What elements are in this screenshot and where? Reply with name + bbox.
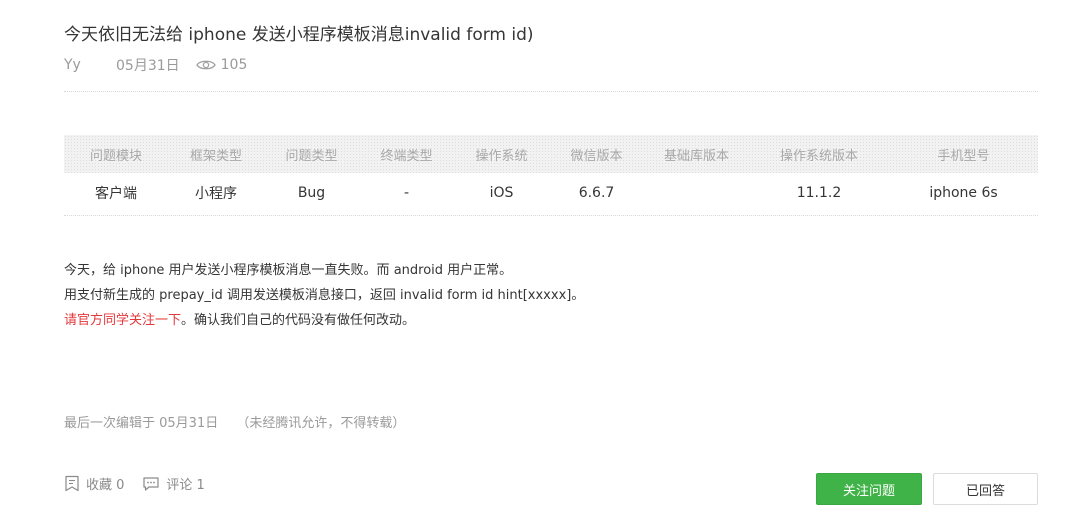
value-cell-os-version: 11.1.2 xyxy=(796,185,842,201)
header-cell-wechat-version: 微信版本 xyxy=(570,148,623,164)
copyright-note: （未经腾讯允许，不得转载） xyxy=(236,416,406,431)
favorite-button[interactable]: 收藏 0 xyxy=(64,474,124,493)
header-cell-os: 操作系统 xyxy=(475,148,528,164)
value-cell-phone-model: iphone 6s xyxy=(929,185,998,201)
divider xyxy=(64,91,1038,92)
highlighted-text: 请官方同学关注一下 xyxy=(64,313,182,328)
view-count: 105 xyxy=(195,57,248,73)
favorite-count-label: 收藏 0 xyxy=(86,478,125,493)
author-name[interactable]: Yy xyxy=(64,57,116,73)
value-cell-wechat-version: 6.6.7 xyxy=(578,185,615,201)
post-meta: Yy 05月31日 105 xyxy=(64,55,247,75)
answered-button[interactable]: 已回答 xyxy=(933,473,1038,505)
value-cell-issue-type: Bug xyxy=(297,185,326,201)
view-count-value: 105 xyxy=(220,57,248,73)
header-cell-phone-model: 手机型号 xyxy=(937,148,990,164)
last-edited-label: 最后一次编辑于 05月31日 xyxy=(64,416,219,431)
issue-info-value-row: 客户端 小程序 Bug - iOS 6.6.7 11.1.2 iphone 6s xyxy=(64,173,1038,213)
post-title: 今天依旧无法给 iphone 发送小程序模板消息invalid form id) xyxy=(64,25,534,45)
divider xyxy=(64,215,1038,216)
post-date: 05月31日 xyxy=(116,58,180,74)
comment-button[interactable]: 评论 1 xyxy=(142,474,205,493)
value-cell-module: 客户端 xyxy=(95,186,137,202)
comment-count-label: 评论 1 xyxy=(166,478,205,493)
post-body-line: 用支付新生成的 prepay_id 调用发送模板消息接口，返回 invalid … xyxy=(64,288,585,303)
value-cell-os: iOS xyxy=(489,185,514,201)
header-cell-terminal: 终端类型 xyxy=(380,148,433,164)
issue-info-table: 问题模块 框架类型 问题类型 终端类型 操作系统 微信版本 基础库版本 操作系统… xyxy=(64,135,1038,213)
post-body-text: 。确认我们自己的代码没有做任何改动。 xyxy=(181,313,416,328)
bookmark-icon xyxy=(65,475,79,492)
eye-icon xyxy=(195,60,216,70)
issue-info-header-row: 问题模块 框架类型 问题类型 终端类型 操作系统 微信版本 基础库版本 操作系统… xyxy=(64,135,1038,173)
post-container: 今天依旧无法给 iphone 发送小程序模板消息invalid form id)… xyxy=(64,0,1038,517)
post-body: 今天，给 iphone 用户发送小程序模板消息一直失败。而 android 用户… xyxy=(64,258,584,333)
header-cell-lib-version: 基础库版本 xyxy=(663,148,729,164)
post-body-line: 今天，给 iphone 用户发送小程序模板消息一直失败。而 android 用户… xyxy=(64,263,513,278)
header-cell-framework: 框架类型 xyxy=(189,148,242,164)
header-cell-issue-type: 问题类型 xyxy=(285,148,338,164)
follow-question-button[interactable]: 关注问题 xyxy=(816,473,922,505)
header-cell-os-version: 操作系统版本 xyxy=(779,148,858,164)
last-edited-info: 最后一次编辑于 05月31日 （未经腾讯允许，不得转载） xyxy=(64,412,405,431)
value-cell-terminal: - xyxy=(403,185,410,201)
comment-icon xyxy=(143,476,160,491)
post-actions: 收藏 0 评论 1 xyxy=(64,474,223,493)
header-cell-module: 问题模块 xyxy=(89,148,142,164)
post-body-line: 请官方同学关注一下。确认我们自己的代码没有做任何改动。 xyxy=(64,308,584,333)
value-cell-framework: 小程序 xyxy=(195,186,237,202)
